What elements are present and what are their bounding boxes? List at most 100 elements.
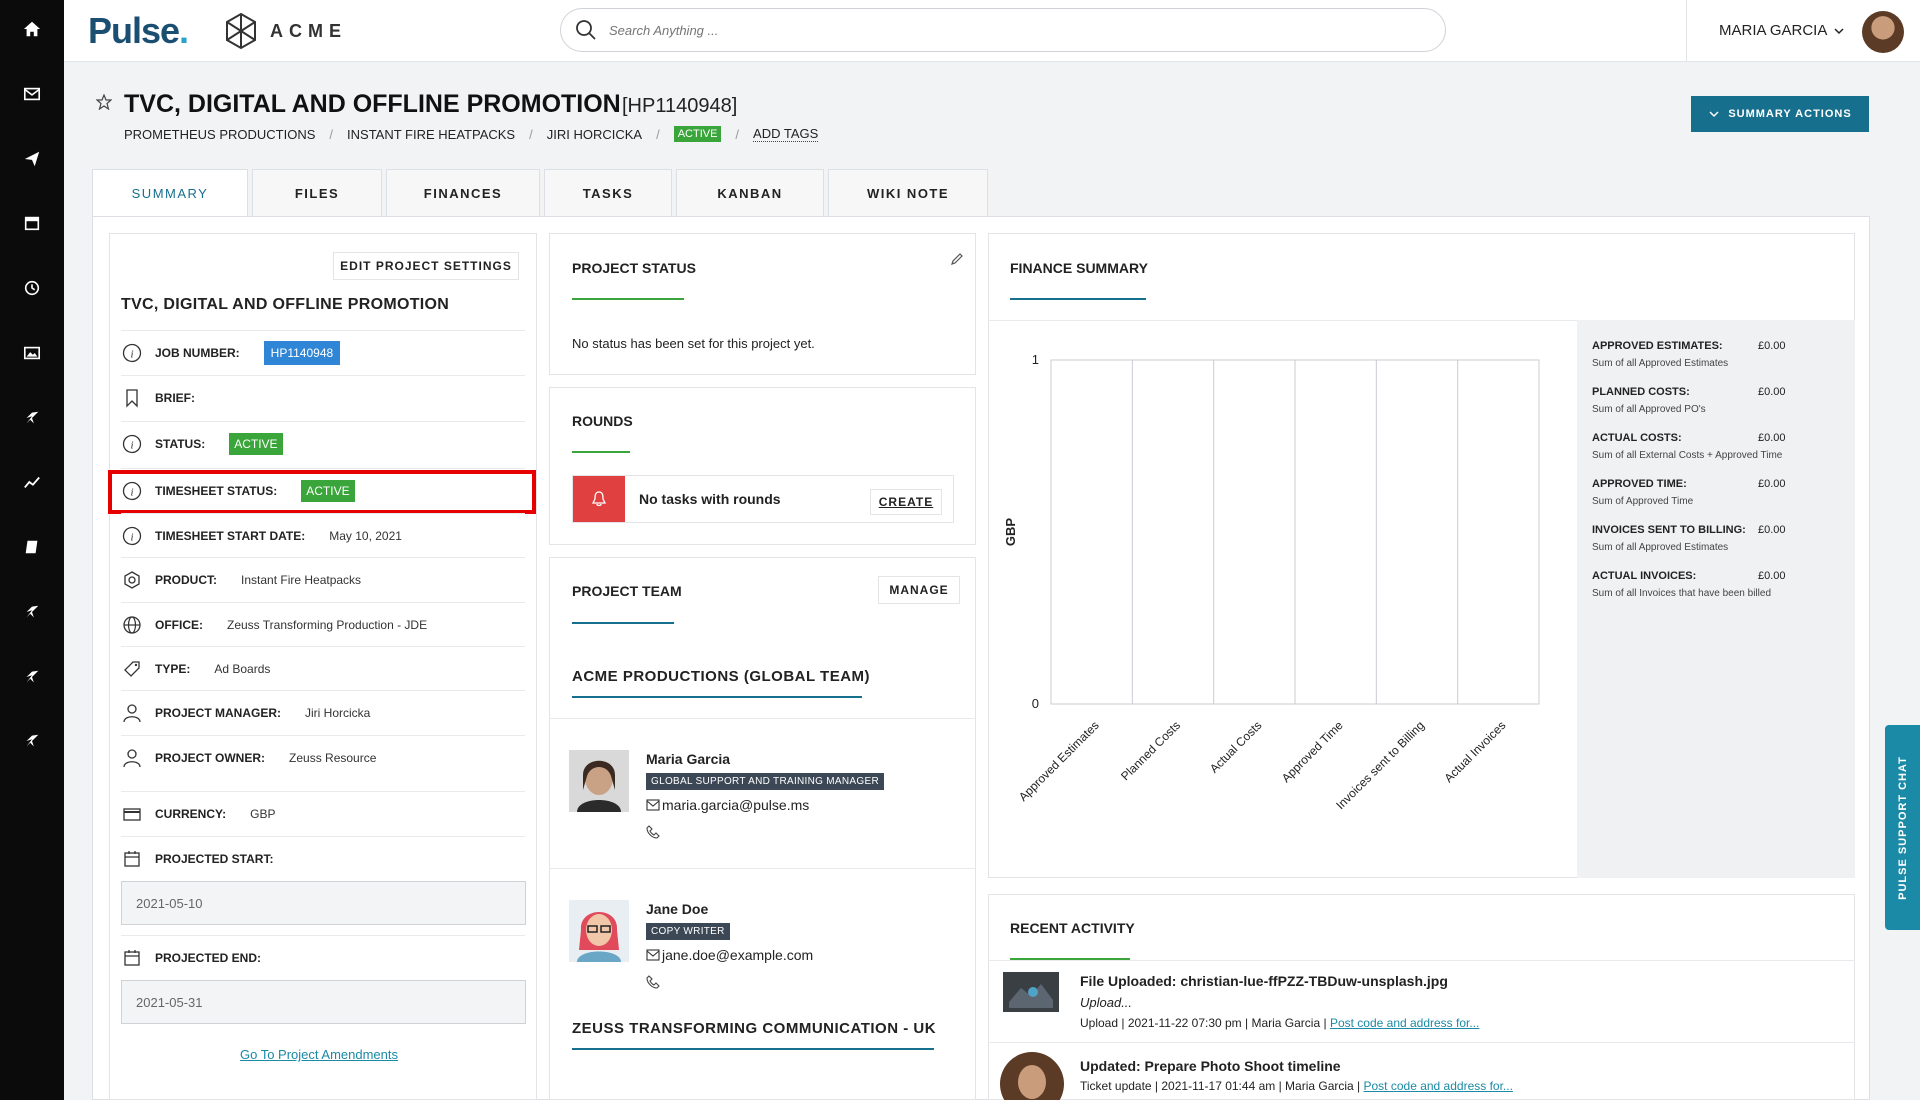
x-tick-label: Actual Costs bbox=[1207, 718, 1265, 776]
phone-icon[interactable] bbox=[646, 825, 660, 839]
member-email[interactable]: jane.doe@example.com bbox=[646, 947, 813, 963]
user-menu[interactable]: MARIA GARCIA bbox=[1719, 22, 1845, 39]
page-title: TVC, DIGITAL AND OFFLINE PROMOTION bbox=[124, 90, 621, 118]
hexagon-icon bbox=[121, 569, 143, 591]
search-input[interactable] bbox=[609, 22, 1409, 38]
project-code: [HP1140948] bbox=[622, 95, 738, 117]
search-icon bbox=[576, 20, 596, 40]
rocket-icon[interactable] bbox=[0, 721, 64, 761]
project-owner-row: PROJECT OWNER: Zeuss Resource bbox=[121, 735, 525, 779]
finance-value: £0.00 bbox=[1758, 340, 1786, 352]
project-status-text: No status has been set for this project … bbox=[572, 336, 815, 351]
member-email[interactable]: maria.garcia@pulse.ms bbox=[646, 797, 809, 813]
office-row: OFFICE: Zeuss Transforming Production - … bbox=[121, 602, 525, 646]
info-icon: i bbox=[121, 433, 143, 455]
mail-icon bbox=[646, 949, 660, 961]
book-icon[interactable] bbox=[0, 527, 64, 567]
finance-description: Sum of all Approved Estimates bbox=[1592, 358, 1729, 369]
search-bar[interactable] bbox=[560, 8, 1446, 52]
edit-project-settings-button[interactable]: EDIT PROJECT SETTINGS bbox=[333, 252, 519, 280]
breadcrumb-product[interactable]: INSTANT FIRE HEATPACKS bbox=[347, 127, 515, 142]
project-team-title: PROJECT TEAM bbox=[572, 583, 682, 599]
chevron-down-icon bbox=[1709, 111, 1719, 118]
clock-icon[interactable] bbox=[0, 268, 64, 308]
finance-label: ACTUAL COSTS: bbox=[1592, 432, 1682, 444]
project-team-underline bbox=[572, 622, 674, 624]
finance-label: PLANNED COSTS: bbox=[1592, 386, 1690, 398]
activity-meta: Upload | 2021-11-22 07:30 pm | Maria Gar… bbox=[1080, 1016, 1480, 1030]
home-icon[interactable] bbox=[0, 9, 64, 49]
member-role-badge: COPY WRITER bbox=[646, 923, 730, 940]
phone-icon[interactable] bbox=[646, 975, 660, 989]
rocket-icon[interactable] bbox=[0, 398, 64, 438]
finance-label: ACTUAL INVOICES: bbox=[1592, 570, 1697, 582]
finance-description: Sum of all External Costs + Approved Tim… bbox=[1592, 450, 1783, 461]
chevron-down-icon bbox=[1834, 27, 1844, 34]
status-badge: ACTIVE bbox=[673, 126, 722, 142]
tab-summary[interactable]: SUMMARY bbox=[92, 169, 248, 217]
user-avatar[interactable] bbox=[1862, 11, 1904, 53]
member-role-badge: GLOBAL SUPPORT AND TRAINING MANAGER bbox=[646, 773, 884, 790]
tab-files[interactable]: FILES bbox=[252, 169, 382, 217]
chart-icon[interactable] bbox=[0, 462, 64, 502]
project-amendments-link[interactable]: Go To Project Amendments bbox=[240, 1047, 398, 1062]
breadcrumb-client[interactable]: PROMETHEUS PRODUCTIONS bbox=[124, 127, 315, 142]
activity-link[interactable]: Post code and address for... bbox=[1364, 1079, 1513, 1093]
divider bbox=[988, 960, 1855, 961]
finance-description: Sum of all Approved PO's bbox=[1592, 404, 1706, 415]
create-round-button[interactable]: CREATE bbox=[870, 489, 942, 515]
mail-icon[interactable] bbox=[0, 74, 64, 114]
info-icon: i bbox=[121, 525, 143, 547]
breadcrumb: PROMETHEUS PRODUCTIONS / INSTANT FIRE HEA… bbox=[124, 126, 819, 142]
summary-actions-label: SUMMARY ACTIONS bbox=[1728, 108, 1852, 120]
y-axis-label: GBP bbox=[1003, 518, 1018, 547]
send-icon[interactable] bbox=[0, 139, 64, 179]
manage-team-button[interactable]: MANAGE bbox=[878, 576, 960, 604]
add-tags-link[interactable]: ADD TAGS bbox=[753, 126, 819, 142]
finance-description: Sum of Approved Time bbox=[1592, 496, 1694, 507]
acme-logo: ACME bbox=[224, 12, 347, 50]
activity-link[interactable]: Post code and address for... bbox=[1330, 1016, 1479, 1030]
tab-wiki-note[interactable]: WIKI NOTE bbox=[828, 169, 988, 217]
finance-summary-title: FINANCE SUMMARY bbox=[1010, 260, 1148, 276]
finance-value: £0.00 bbox=[1758, 432, 1786, 444]
highlight-box bbox=[108, 470, 536, 514]
image-icon[interactable] bbox=[0, 333, 64, 373]
rocket-icon[interactable] bbox=[0, 592, 64, 632]
x-tick-label: Approved Time bbox=[1279, 718, 1346, 785]
person-icon bbox=[121, 747, 143, 769]
finance-value: £0.00 bbox=[1758, 386, 1786, 398]
edit-pencil-icon[interactable] bbox=[950, 252, 964, 266]
favorite-star-icon[interactable] bbox=[96, 94, 112, 110]
topbar-divider bbox=[1686, 0, 1687, 62]
pulse-logo[interactable]: Pulse. bbox=[88, 10, 189, 52]
acme-logo-icon bbox=[226, 12, 256, 50]
calendar-icon bbox=[121, 848, 143, 870]
breadcrumb-manager[interactable]: JIRI HORCICKA bbox=[547, 127, 642, 142]
tab-kanban[interactable]: KANBAN bbox=[676, 169, 824, 217]
activity-title[interactable]: Updated: Prepare Photo Shoot timeline bbox=[1080, 1058, 1341, 1074]
tab-bar: SUMMARY FILES FINANCES TASKS KANBAN WIKI… bbox=[92, 169, 988, 217]
finance-value: £0.00 bbox=[1758, 570, 1786, 582]
rounds-underline bbox=[572, 451, 630, 453]
member-avatar bbox=[569, 750, 629, 812]
tab-finances[interactable]: FINANCES bbox=[386, 169, 540, 217]
status-row: i STATUS: ACTIVE bbox=[121, 421, 525, 465]
support-chat-button[interactable]: PULSE SUPPORT CHAT bbox=[1885, 725, 1920, 930]
activity-title[interactable]: File Uploaded: christian-lue-ffPZZ-TBDuw… bbox=[1080, 973, 1448, 989]
projected-start-input[interactable] bbox=[121, 881, 526, 925]
tab-tasks[interactable]: TASKS bbox=[544, 169, 672, 217]
member-name: Maria Garcia bbox=[646, 751, 731, 767]
y-tick-label: 1 bbox=[1032, 352, 1039, 367]
left-navigation-rail bbox=[0, 0, 64, 1100]
calendar-icon[interactable] bbox=[0, 203, 64, 243]
file-thumbnail[interactable] bbox=[1003, 972, 1059, 1012]
summary-actions-button[interactable]: SUMMARY ACTIONS bbox=[1691, 96, 1869, 132]
rocket-icon[interactable] bbox=[0, 657, 64, 697]
projected-end-row: PROJECTED END: bbox=[121, 935, 525, 979]
mail-icon bbox=[646, 799, 660, 811]
svg-text:i: i bbox=[130, 439, 133, 451]
projected-end-input[interactable] bbox=[121, 980, 526, 1024]
recent-activity-title: RECENT ACTIVITY bbox=[1010, 920, 1135, 936]
finance-description: Sum of all Invoices that have been bille… bbox=[1592, 588, 1771, 599]
